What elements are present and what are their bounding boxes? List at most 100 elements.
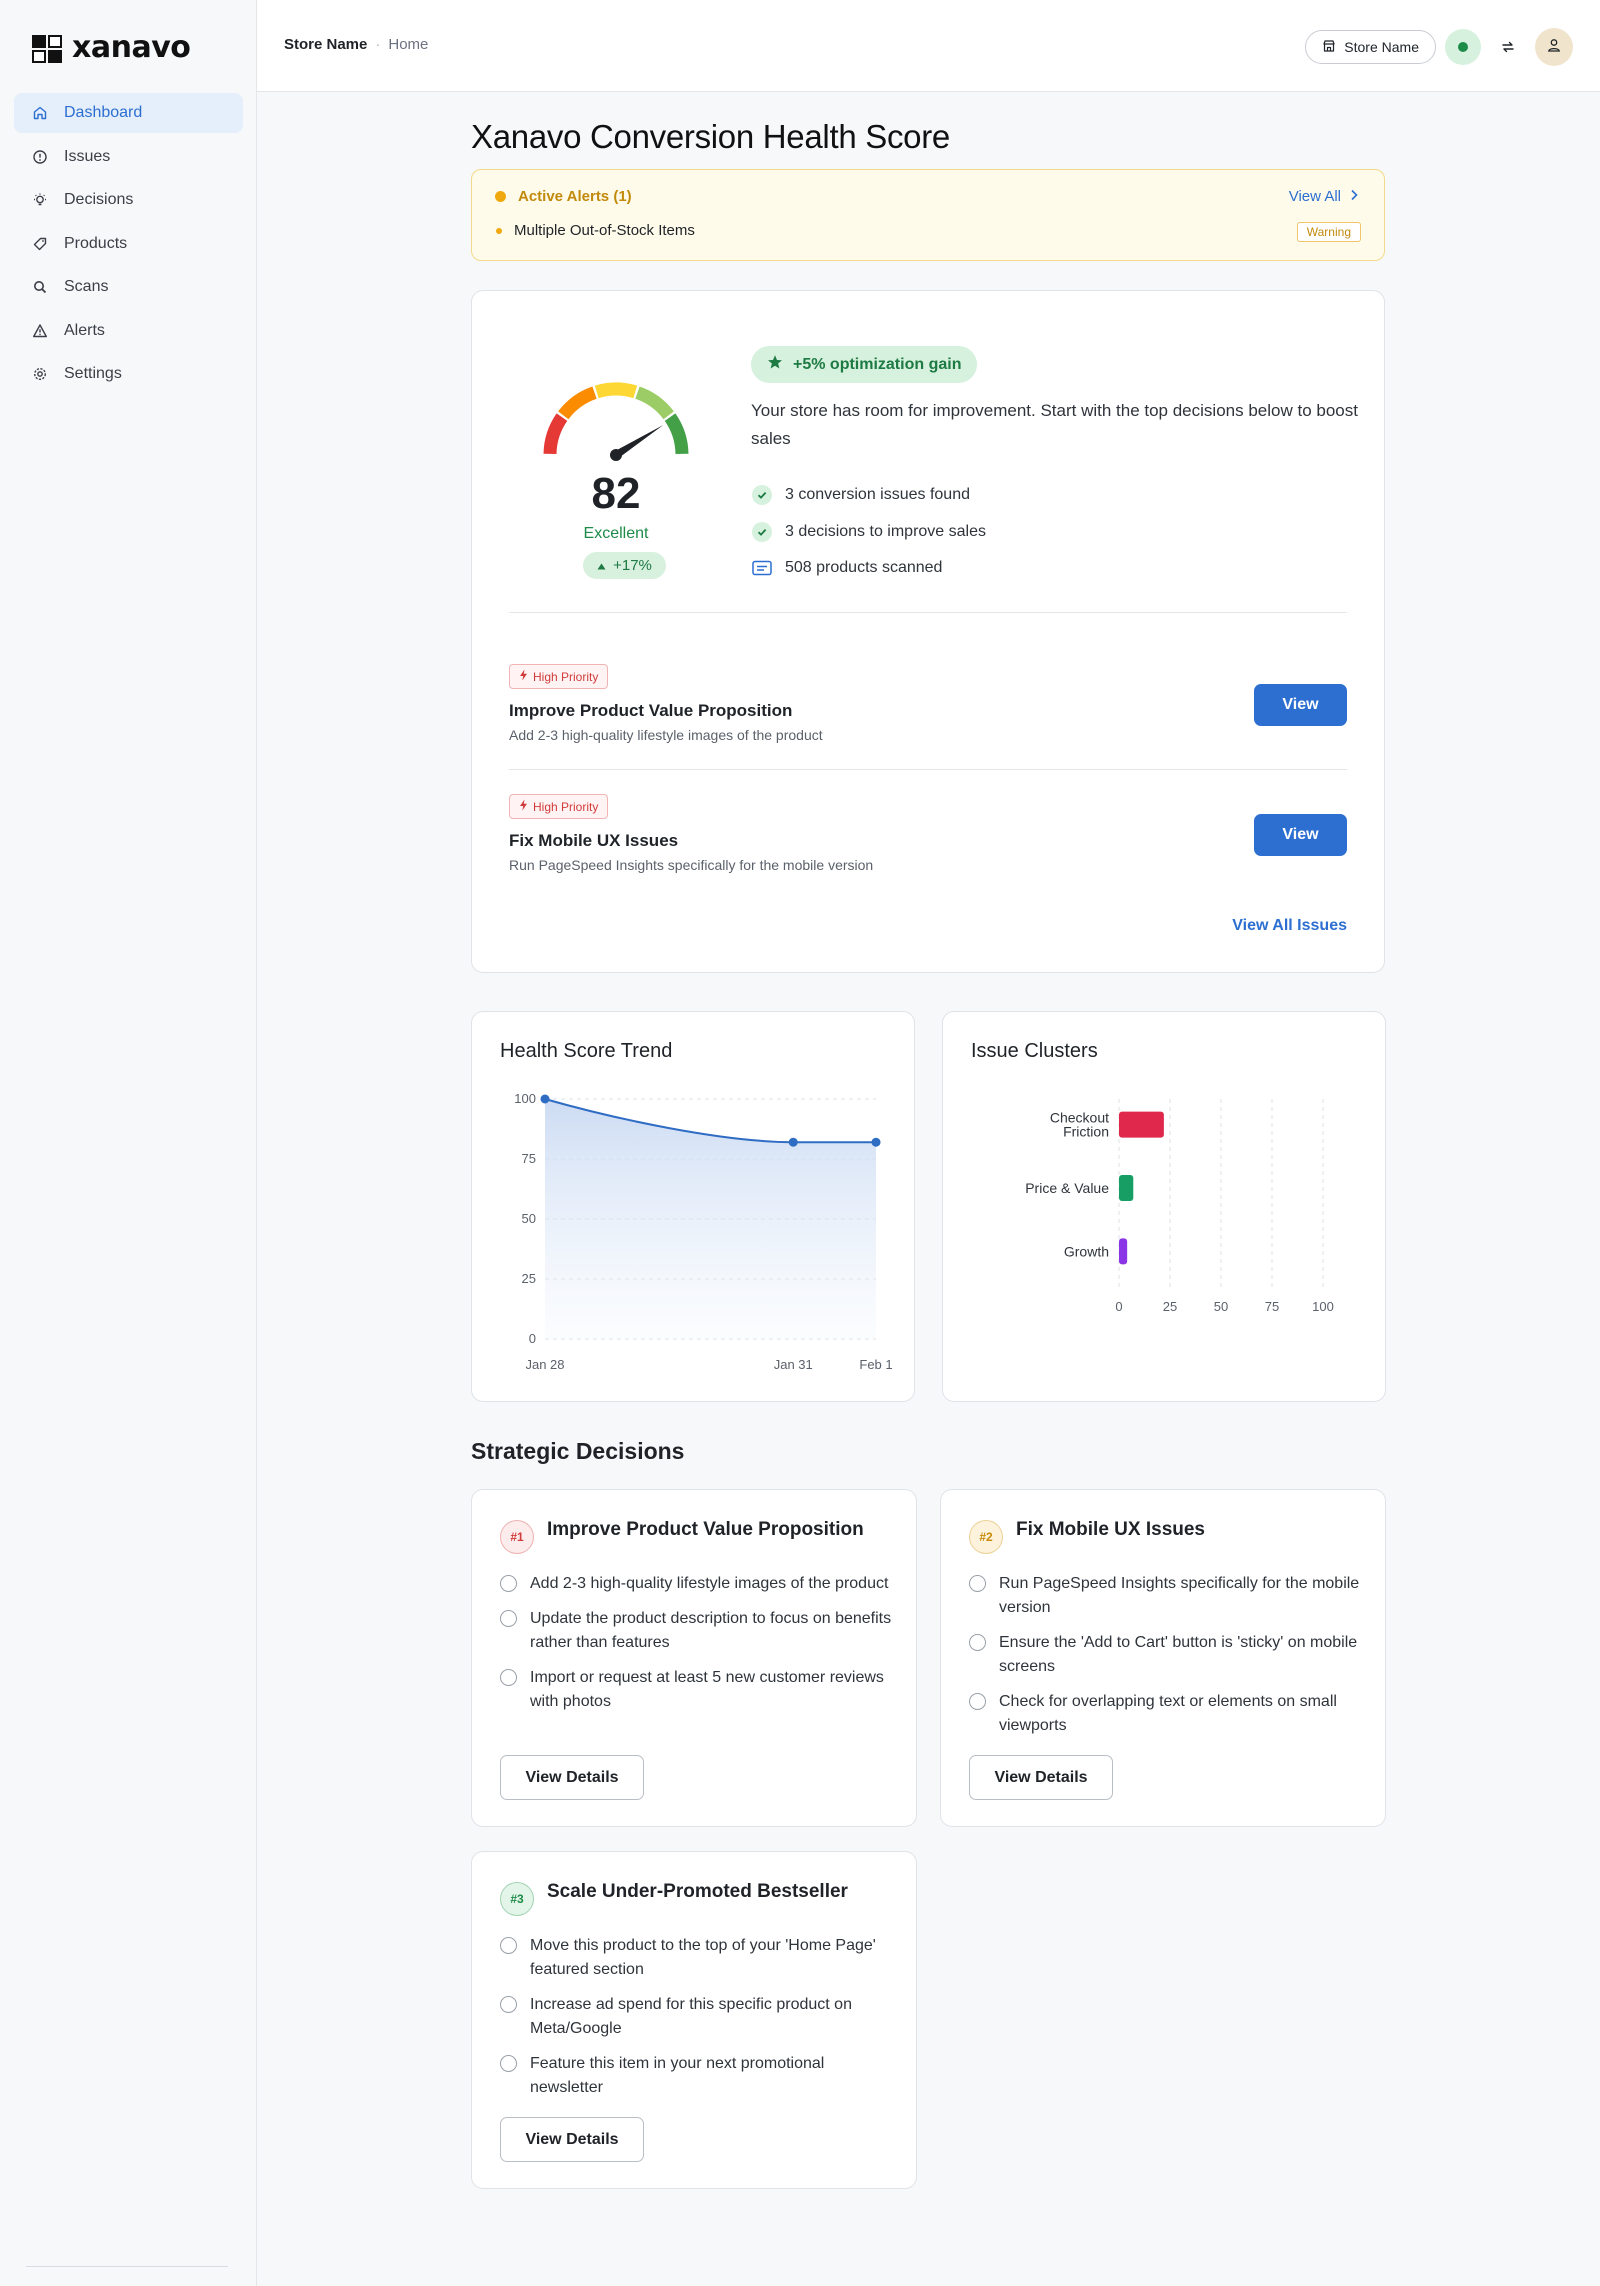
radio-circle-icon[interactable] bbox=[500, 1996, 517, 2013]
radio-circle-icon[interactable] bbox=[500, 1669, 517, 1686]
high-priority-badge: High Priority bbox=[509, 794, 609, 819]
health-score-card: 82 Excellent +17% +5% optimization gain … bbox=[471, 290, 1385, 973]
alerts-heading-text: Active Alerts (1) bbox=[518, 188, 632, 205]
health-score-trend-card: Health Score Trend 0 25 50 75 100 Jan 28 Jan 3… bbox=[471, 1011, 915, 1402]
decision-step-text: Increase ad spend for this specific prod… bbox=[530, 1996, 852, 2037]
radio-circle-icon[interactable] bbox=[969, 1634, 986, 1651]
y-tick-label: 0 bbox=[529, 1331, 536, 1346]
priority-issue-subtitle: Add 2-3 high-quality lifestyle images of… bbox=[509, 727, 823, 743]
user-avatar-button[interactable] bbox=[1535, 28, 1573, 66]
scan-stats-list: 3 conversion issues found 3 decisions to… bbox=[752, 477, 986, 587]
store-selector-label: Store Name bbox=[1344, 39, 1419, 55]
view-details-button[interactable]: View Details bbox=[969, 1755, 1113, 1800]
alerts-view-all-link[interactable]: View All bbox=[1289, 188, 1359, 205]
breadcrumb-separator: · bbox=[375, 36, 381, 53]
breadcrumb-home[interactable]: Home bbox=[388, 36, 428, 53]
cluster-bar[interactable] bbox=[1119, 1111, 1164, 1138]
decision-step[interactable]: Check for overlapping text or elements o… bbox=[969, 1690, 1361, 1738]
sidebar-item-settings[interactable]: Settings bbox=[14, 354, 243, 394]
sidebar-nav: Dashboard Issues Decisions Products Scan… bbox=[14, 93, 243, 398]
store-selector-button[interactable]: Store Name bbox=[1305, 30, 1436, 64]
bullet-icon bbox=[496, 227, 502, 234]
stat-text: 508 products scanned bbox=[785, 559, 943, 577]
decision-step[interactable]: Feature this item in your next promotion… bbox=[500, 2052, 892, 2100]
x-tick-label: 50 bbox=[1214, 1299, 1228, 1314]
view-details-button[interactable]: View Details bbox=[500, 2117, 644, 2162]
decision-card: #1 Improve Product Value Proposition Add 2… bbox=[471, 1489, 917, 1827]
radio-circle-icon[interactable] bbox=[969, 1575, 986, 1592]
sidebar-item-dashboard[interactable]: Dashboard bbox=[14, 93, 243, 133]
decision-step[interactable]: Increase ad spend for this specific prod… bbox=[500, 1993, 892, 2041]
lightning-icon bbox=[519, 669, 528, 684]
category-label: Growth bbox=[1064, 1243, 1109, 1259]
active-alerts-panel: Active Alerts (1) View All Multiple Out-… bbox=[471, 169, 1385, 261]
trend-point[interactable] bbox=[871, 1137, 881, 1147]
alert-item[interactable]: Multiple Out-of-Stock Items bbox=[496, 222, 695, 239]
decision-step[interactable]: Move this product to the top of your 'Ho… bbox=[500, 1934, 892, 1982]
sidebar-item-label: Alerts bbox=[64, 321, 105, 339]
priority-badge-text: High Priority bbox=[533, 669, 599, 684]
decision-rank-badge: #1 bbox=[500, 1520, 534, 1554]
decision-card: #3 Scale Under-Promoted Bestseller Move th… bbox=[471, 1851, 917, 2189]
radio-circle-icon[interactable] bbox=[969, 1693, 986, 1710]
view-all-issues-link[interactable]: View All Issues bbox=[1232, 917, 1347, 935]
decision-card: #2 Fix Mobile UX Issues Run PageSpeed Insi… bbox=[940, 1489, 1386, 1827]
cluster-bar[interactable] bbox=[1119, 1238, 1128, 1265]
list-box-icon bbox=[752, 558, 772, 578]
decision-step[interactable]: Add 2-3 high-quality lifestyle images of… bbox=[500, 1572, 892, 1596]
section-divider bbox=[509, 612, 1347, 613]
priority-issue-subtitle: Run PageSpeed Insights specifically for … bbox=[509, 857, 874, 873]
score-description: Your store has room for improvement. Sta… bbox=[751, 401, 1358, 448]
decision-step[interactable]: Ensure the 'Add to Cart' button is 'stic… bbox=[969, 1631, 1361, 1679]
brand-logo[interactable]: xanavo bbox=[30, 30, 191, 65]
sidebar: xanavo Dashboard Issues Decisions Produc… bbox=[0, 0, 257, 2286]
radio-circle-icon[interactable] bbox=[500, 1937, 517, 1954]
cluster-bar[interactable] bbox=[1119, 1175, 1134, 1201]
sidebar-item-issues[interactable]: Issues bbox=[14, 137, 243, 177]
priority-issue-title: Improve Product Value Proposition bbox=[509, 701, 793, 720]
stat-item: 3 conversion issues found bbox=[752, 477, 986, 514]
decision-title: Scale Under-Promoted Bestseller bbox=[547, 1881, 848, 1902]
y-tick-label: 100 bbox=[514, 1091, 536, 1106]
section-divider bbox=[509, 769, 1347, 770]
sidebar-item-label: Dashboard bbox=[64, 104, 143, 121]
sidebar-item-scans[interactable]: Scans bbox=[14, 267, 243, 307]
view-details-button[interactable]: View Details bbox=[500, 1755, 644, 1800]
trend-point[interactable] bbox=[788, 1137, 798, 1147]
logo-mark-icon bbox=[30, 33, 66, 63]
decision-step[interactable]: Run PageSpeed Insights specifically for … bbox=[969, 1572, 1361, 1620]
radio-circle-icon[interactable] bbox=[500, 1575, 517, 1592]
alerts-view-all-label: View All bbox=[1288, 188, 1341, 205]
x-tick-label: 75 bbox=[1265, 1299, 1279, 1314]
high-priority-badge: High Priority bbox=[509, 664, 609, 689]
gear-icon bbox=[32, 366, 48, 382]
radio-circle-icon[interactable] bbox=[500, 2055, 517, 2072]
view-issue-button[interactable]: View bbox=[1254, 684, 1347, 726]
radio-circle-icon[interactable] bbox=[500, 1610, 517, 1627]
x-tick-label: Feb 1 bbox=[859, 1357, 892, 1372]
decision-step[interactable]: Update the product description to focus … bbox=[500, 1607, 892, 1655]
alert-circle-icon bbox=[32, 149, 48, 165]
sync-icon[interactable] bbox=[1490, 29, 1526, 65]
view-issue-button[interactable]: View bbox=[1254, 814, 1347, 856]
y-tick-label: 25 bbox=[522, 1271, 536, 1286]
top-bar-actions: Store Name bbox=[1305, 28, 1573, 66]
warning-triangle-icon bbox=[32, 323, 48, 339]
decision-step[interactable]: Import or request at least 5 new custome… bbox=[500, 1666, 892, 1714]
breadcrumb-store[interactable]: Store Name bbox=[284, 36, 367, 53]
connection-status[interactable] bbox=[1445, 29, 1481, 65]
decision-rank-badge: #2 bbox=[969, 1520, 1003, 1554]
sidebar-item-label: Products bbox=[64, 234, 128, 252]
gauge-needle-hub bbox=[610, 449, 622, 461]
decision-rank-badge: #3 bbox=[500, 1882, 534, 1916]
breadcrumb: Store Name · Home bbox=[284, 36, 428, 53]
optimization-gain-text: +5% optimization gain bbox=[793, 355, 962, 373]
stat-item: 508 products scanned bbox=[752, 550, 986, 587]
sidebar-item-alerts[interactable]: Alerts bbox=[14, 311, 243, 351]
sidebar-item-decisions[interactable]: Decisions bbox=[14, 180, 243, 220]
arrow-up-icon bbox=[597, 557, 606, 574]
sidebar-item-products[interactable]: Products bbox=[14, 224, 243, 264]
user-icon bbox=[1546, 37, 1562, 58]
trend-point[interactable] bbox=[540, 1094, 550, 1104]
gauge-segment bbox=[558, 386, 597, 420]
